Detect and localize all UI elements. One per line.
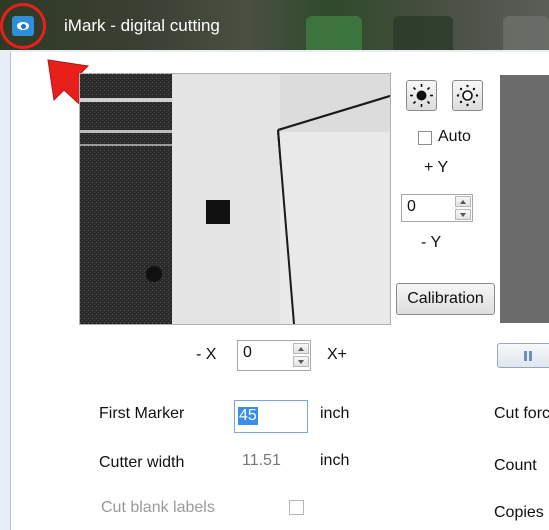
cutter-width-value: 11.51 <box>242 452 281 469</box>
pause-icon <box>524 351 527 361</box>
annotation-circle <box>0 3 46 49</box>
sun-outline-icon <box>456 84 479 107</box>
first-marker-value: 45 <box>238 407 258 425</box>
background-window-blur <box>306 16 362 50</box>
background-window-blur <box>503 16 549 50</box>
y-offset-stepper[interactable]: 0 <box>401 194 473 222</box>
y-up-arrow[interactable] <box>455 196 471 207</box>
auto-label: Auto <box>438 128 471 145</box>
copies-label: Copies <box>494 504 544 521</box>
cut-blank-labels-label: Cut blank labels <box>101 499 215 516</box>
title-bar: iMark - digital cutting <box>0 0 549 50</box>
window-title: iMark - digital cutting <box>64 16 220 35</box>
pause-button[interactable] <box>497 343 549 368</box>
x-offset-stepper[interactable]: 0 <box>237 340 311 371</box>
x-offset-value: 0 <box>243 344 252 361</box>
count-label: Count <box>494 457 537 474</box>
first-marker-label: First Marker <box>99 405 185 422</box>
minus-x-label: - X <box>196 346 217 363</box>
y-down-arrow[interactable] <box>455 209 471 220</box>
brightness-up-button[interactable] <box>406 80 437 111</box>
cutter-width-label: Cutter width <box>99 454 185 471</box>
sun-filled-icon <box>410 84 433 107</box>
brightness-down-button[interactable] <box>452 80 483 111</box>
camera-image <box>80 74 390 324</box>
cut-blank-labels-checkbox[interactable] <box>289 500 304 515</box>
camera-preview <box>79 73 391 325</box>
plus-y-label: + Y <box>424 159 449 176</box>
plus-x-label: X+ <box>327 346 348 363</box>
minus-y-label: - Y <box>421 234 442 251</box>
first-marker-unit: inch <box>320 405 350 422</box>
x-up-arrow[interactable] <box>293 343 309 354</box>
first-marker-input[interactable]: 45 <box>234 400 308 433</box>
calibration-button[interactable]: Calibration <box>396 283 495 315</box>
preview-panel-right <box>500 75 549 323</box>
y-offset-value: 0 <box>407 198 416 215</box>
background-window-blur <box>393 16 453 50</box>
cutter-width-unit: inch <box>320 452 350 469</box>
x-down-arrow[interactable] <box>293 356 309 367</box>
auto-checkbox[interactable] <box>418 131 432 145</box>
cut-force-label: Cut forc <box>494 405 549 422</box>
